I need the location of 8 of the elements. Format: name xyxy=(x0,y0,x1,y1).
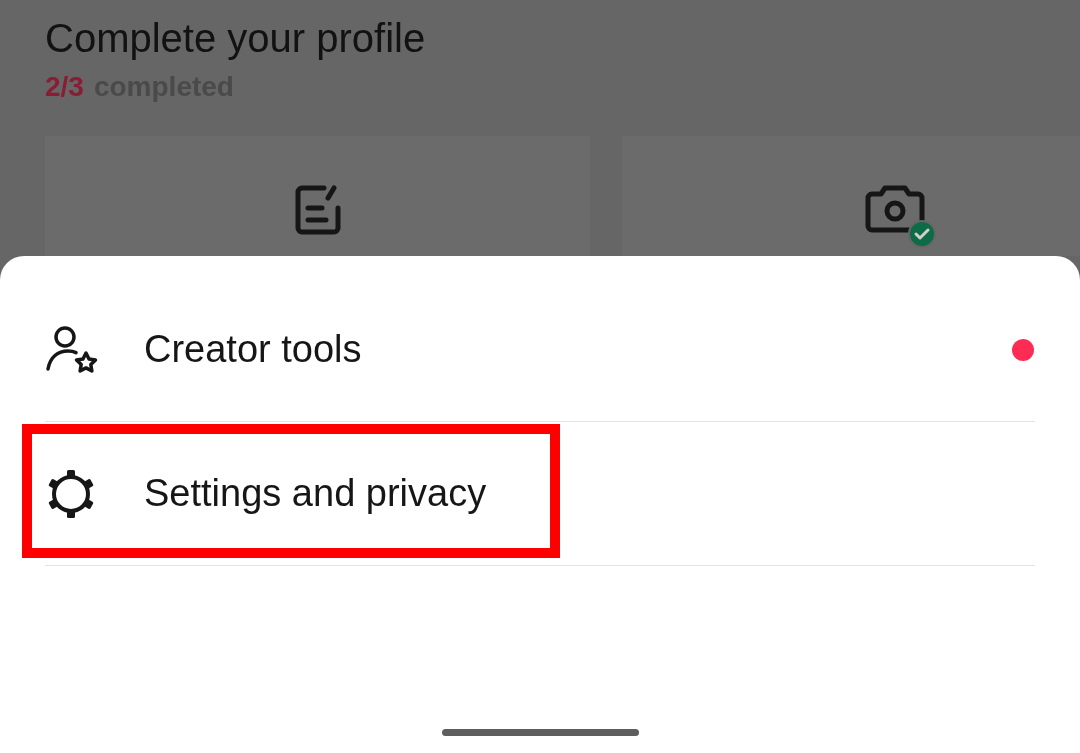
edit-note-icon xyxy=(293,184,342,236)
profile-title: Complete your profile xyxy=(45,15,427,62)
menu-item[interactable]: Settings and privacy xyxy=(0,422,1080,565)
camera-icon xyxy=(863,184,926,234)
menu-item[interactable]: Creator tools xyxy=(0,278,1080,421)
progress-count: 2/3 xyxy=(45,70,84,104)
person-star-icon xyxy=(45,324,99,375)
task-card[interactable] xyxy=(622,136,1080,256)
